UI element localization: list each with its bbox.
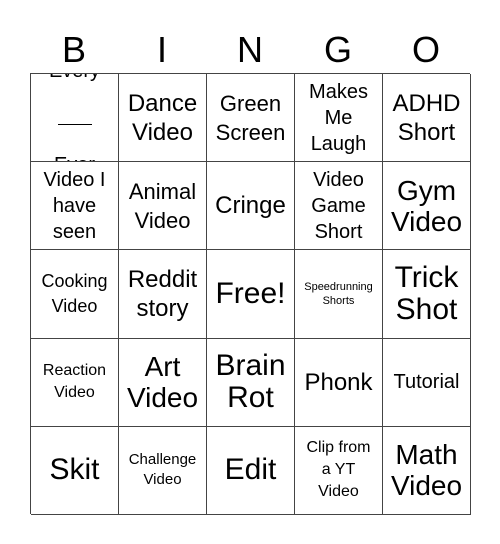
bingo-cell[interactable]: Animal Video bbox=[119, 162, 207, 251]
cell-text: Every Ever bbox=[49, 74, 100, 162]
bingo-cell[interactable]: Green Screen bbox=[207, 74, 295, 163]
bingo-cell[interactable]: Phonk bbox=[295, 338, 383, 427]
cell-text: Brain Rot bbox=[215, 349, 286, 415]
header-letter-b: B bbox=[61, 29, 86, 70]
cell-text: Phonk bbox=[304, 368, 373, 396]
cell-text: Edit bbox=[224, 453, 277, 487]
cell-text: Dance Video bbox=[127, 89, 198, 146]
bingo-cell[interactable]: Challenge Video bbox=[119, 426, 207, 515]
bingo-cell[interactable]: Brain Rot bbox=[207, 338, 295, 427]
bingo-cell[interactable]: Reddit story bbox=[119, 250, 207, 339]
cell-text: Animal Video bbox=[128, 178, 197, 233]
bingo-cell[interactable]: Speedrunning Shorts bbox=[295, 250, 383, 339]
bingo-cell[interactable]: Makes Me Laugh bbox=[295, 74, 383, 163]
every-text: Every bbox=[49, 74, 100, 84]
bingo-cell[interactable]: Cooking Video bbox=[31, 250, 119, 339]
bingo-cell[interactable]: Video I have seen bbox=[31, 162, 119, 251]
free-space[interactable]: Free! bbox=[207, 250, 295, 339]
header-letter-g: G bbox=[323, 29, 352, 70]
cell-text: Gym Video bbox=[390, 174, 463, 237]
cell-text: Reddit story bbox=[127, 265, 198, 322]
bingo-cell[interactable]: Math Video bbox=[383, 426, 471, 515]
blank-line bbox=[57, 110, 92, 125]
header-letter-n: N bbox=[237, 29, 263, 70]
ever-text: Ever bbox=[49, 152, 100, 162]
bingo-cell[interactable]: Gym Video bbox=[383, 162, 471, 251]
bingo-cell[interactable]: ADHD Short bbox=[383, 74, 471, 163]
header-letter-i: I bbox=[156, 29, 167, 70]
bingo-cell[interactable]: Art Video bbox=[119, 338, 207, 427]
bingo-cell[interactable]: Trick Shot bbox=[383, 250, 471, 339]
cell-text: Makes Me Laugh bbox=[309, 80, 368, 155]
cell-text: Video I have seen bbox=[43, 168, 106, 243]
cell-text: Math Video bbox=[390, 439, 463, 502]
cell-text: Reaction Video bbox=[42, 362, 107, 402]
cell-text: Tutorial bbox=[393, 371, 460, 394]
bingo-cell[interactable]: Video Game Short bbox=[295, 162, 383, 251]
bingo-cell[interactable]: Dance Video bbox=[119, 74, 207, 163]
bingo-header: B I N G O bbox=[30, 28, 470, 72]
cell-text: Challenge Video bbox=[128, 451, 197, 489]
cell-text: Green Screen bbox=[215, 90, 286, 145]
cell-text: Cringe bbox=[215, 192, 286, 220]
bingo-cell[interactable]: Skit bbox=[31, 426, 119, 515]
bingo-grid: Every Ever Dance Video Green Screen Make… bbox=[30, 73, 471, 515]
cell-text: Video Game Short bbox=[311, 168, 366, 243]
cell-text: Art Video bbox=[126, 351, 199, 414]
bingo-cell[interactable]: Cringe bbox=[207, 162, 295, 251]
bingo-cell[interactable]: Clip from a YT Video bbox=[295, 426, 383, 515]
bingo-cell[interactable]: Tutorial bbox=[383, 338, 471, 427]
header-letter-o: O bbox=[411, 29, 440, 70]
cell-text: Speedrunning Shorts bbox=[304, 280, 373, 307]
cell-text: ADHD Short bbox=[392, 89, 461, 146]
cell-text: Skit bbox=[49, 453, 100, 487]
bingo-cell[interactable]: Reaction Video bbox=[31, 338, 119, 427]
cell-text: Cooking Video bbox=[41, 270, 108, 316]
bingo-cell[interactable]: Every Ever bbox=[31, 74, 119, 163]
cell-text: Clip from a YT Video bbox=[306, 439, 371, 501]
bingo-cell[interactable]: Edit bbox=[207, 426, 295, 515]
cell-text: Free! bbox=[215, 276, 286, 310]
cell-text: Trick Shot bbox=[394, 260, 459, 326]
